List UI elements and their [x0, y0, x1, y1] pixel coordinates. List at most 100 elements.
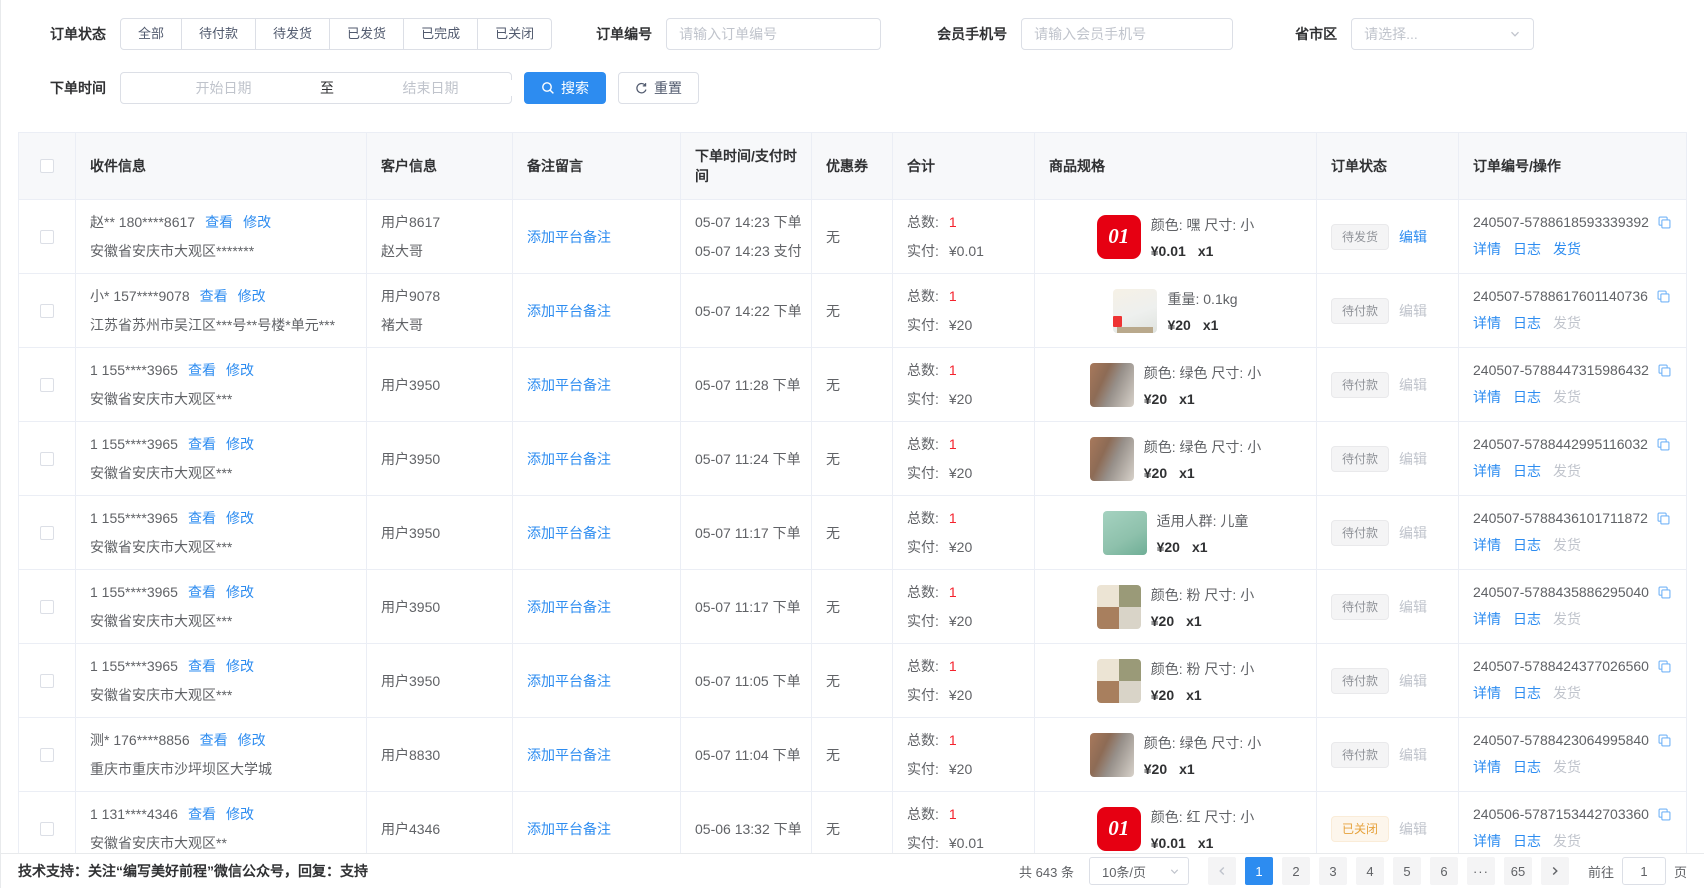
copy-icon[interactable]: [1657, 733, 1672, 748]
view-link[interactable]: 查看: [188, 508, 216, 528]
detail-link[interactable]: 详情: [1473, 239, 1501, 259]
row-checkbox[interactable]: [40, 378, 54, 392]
view-link[interactable]: 查看: [188, 434, 216, 454]
log-link[interactable]: 日志: [1513, 757, 1541, 777]
modify-link[interactable]: 修改: [238, 286, 266, 306]
detail-link[interactable]: 详情: [1473, 831, 1501, 851]
page-size-select[interactable]: 10条/页: [1089, 857, 1189, 885]
detail-link[interactable]: 详情: [1473, 535, 1501, 555]
log-link[interactable]: 日志: [1513, 609, 1541, 629]
ship-link[interactable]: 发货: [1553, 831, 1581, 851]
row-checkbox[interactable]: [40, 230, 54, 244]
prev-page-button[interactable]: [1208, 857, 1236, 885]
modify-link[interactable]: 修改: [226, 360, 254, 380]
edit-link[interactable]: 编辑: [1399, 227, 1427, 247]
ship-link[interactable]: 发货: [1553, 239, 1581, 259]
add-remark-link[interactable]: 添加平台备注: [527, 819, 666, 839]
end-date-input[interactable]: [340, 80, 521, 96]
modify-link[interactable]: 修改: [238, 730, 266, 750]
log-link[interactable]: 日志: [1513, 313, 1541, 333]
view-link[interactable]: 查看: [188, 656, 216, 676]
page-button-5[interactable]: 5: [1393, 857, 1421, 885]
edit-link[interactable]: 编辑: [1399, 819, 1427, 839]
search-button[interactable]: 搜索: [524, 72, 606, 104]
tab-shipped[interactable]: 已发货: [329, 18, 404, 50]
tab-completed[interactable]: 已完成: [403, 18, 478, 50]
view-link[interactable]: 查看: [200, 286, 228, 306]
tab-all[interactable]: 全部: [120, 18, 182, 50]
next-page-button[interactable]: [1541, 857, 1569, 885]
log-link[interactable]: 日志: [1513, 387, 1541, 407]
modify-link[interactable]: 修改: [226, 508, 254, 528]
page-button-2[interactable]: 2: [1282, 857, 1310, 885]
add-remark-link[interactable]: 添加平台备注: [527, 523, 666, 543]
log-link[interactable]: 日志: [1513, 683, 1541, 703]
modify-link[interactable]: 修改: [226, 434, 254, 454]
log-link[interactable]: 日志: [1513, 461, 1541, 481]
region-select[interactable]: 请选择...: [1351, 18, 1534, 50]
add-remark-link[interactable]: 添加平台备注: [527, 671, 666, 691]
tab-pending-payment[interactable]: 待付款: [181, 18, 256, 50]
ship-link[interactable]: 发货: [1553, 461, 1581, 481]
row-checkbox[interactable]: [40, 748, 54, 762]
page-button-6[interactable]: 6: [1430, 857, 1458, 885]
view-link[interactable]: 查看: [188, 360, 216, 380]
detail-link[interactable]: 详情: [1473, 683, 1501, 703]
goto-page-input[interactable]: [1622, 857, 1666, 885]
copy-icon[interactable]: [1656, 289, 1671, 304]
add-remark-link[interactable]: 添加平台备注: [527, 745, 666, 765]
tab-closed[interactable]: 已关闭: [477, 18, 552, 50]
edit-link[interactable]: 编辑: [1399, 671, 1427, 691]
log-link[interactable]: 日志: [1513, 831, 1541, 851]
ship-link[interactable]: 发货: [1553, 683, 1581, 703]
detail-link[interactable]: 详情: [1473, 461, 1501, 481]
copy-icon[interactable]: [1657, 585, 1672, 600]
row-checkbox[interactable]: [40, 674, 54, 688]
edit-link[interactable]: 编辑: [1399, 523, 1427, 543]
copy-icon[interactable]: [1657, 363, 1672, 378]
edit-link[interactable]: 编辑: [1399, 449, 1427, 469]
add-remark-link[interactable]: 添加平台备注: [527, 301, 666, 321]
page-button-1[interactable]: 1: [1245, 857, 1273, 885]
add-remark-link[interactable]: 添加平台备注: [527, 597, 666, 617]
detail-link[interactable]: 详情: [1473, 313, 1501, 333]
view-link[interactable]: 查看: [205, 212, 233, 232]
edit-link[interactable]: 编辑: [1399, 745, 1427, 765]
page-button-3[interactable]: 3: [1319, 857, 1347, 885]
modify-link[interactable]: 修改: [226, 582, 254, 602]
copy-icon[interactable]: [1657, 215, 1672, 230]
log-link[interactable]: 日志: [1513, 239, 1541, 259]
modify-link[interactable]: 修改: [243, 212, 271, 232]
view-link[interactable]: 查看: [200, 730, 228, 750]
order-no-input[interactable]: [666, 18, 881, 50]
copy-icon[interactable]: [1657, 807, 1672, 822]
detail-link[interactable]: 详情: [1473, 757, 1501, 777]
copy-icon[interactable]: [1657, 659, 1672, 674]
modify-link[interactable]: 修改: [226, 656, 254, 676]
log-link[interactable]: 日志: [1513, 535, 1541, 555]
more-pages-button[interactable]: ···: [1467, 857, 1495, 885]
row-checkbox[interactable]: [40, 304, 54, 318]
edit-link[interactable]: 编辑: [1399, 597, 1427, 617]
reset-button[interactable]: 重置: [618, 72, 699, 104]
row-checkbox[interactable]: [40, 452, 54, 466]
add-remark-link[interactable]: 添加平台备注: [527, 449, 666, 469]
member-phone-input[interactable]: [1021, 18, 1233, 50]
edit-link[interactable]: 编辑: [1399, 375, 1427, 395]
page-button-65[interactable]: 65: [1504, 857, 1532, 885]
add-remark-link[interactable]: 添加平台备注: [527, 375, 666, 395]
ship-link[interactable]: 发货: [1553, 313, 1581, 333]
edit-link[interactable]: 编辑: [1399, 301, 1427, 321]
modify-link[interactable]: 修改: [226, 804, 254, 824]
detail-link[interactable]: 详情: [1473, 387, 1501, 407]
ship-link[interactable]: 发货: [1553, 535, 1581, 555]
copy-icon[interactable]: [1656, 511, 1671, 526]
tab-pending-shipment[interactable]: 待发货: [255, 18, 330, 50]
ship-link[interactable]: 发货: [1553, 609, 1581, 629]
start-date-input[interactable]: [133, 80, 314, 96]
row-checkbox[interactable]: [40, 822, 54, 836]
add-remark-link[interactable]: 添加平台备注: [527, 227, 666, 247]
detail-link[interactable]: 详情: [1473, 609, 1501, 629]
row-checkbox[interactable]: [40, 526, 54, 540]
date-range-picker[interactable]: 至: [120, 72, 512, 104]
